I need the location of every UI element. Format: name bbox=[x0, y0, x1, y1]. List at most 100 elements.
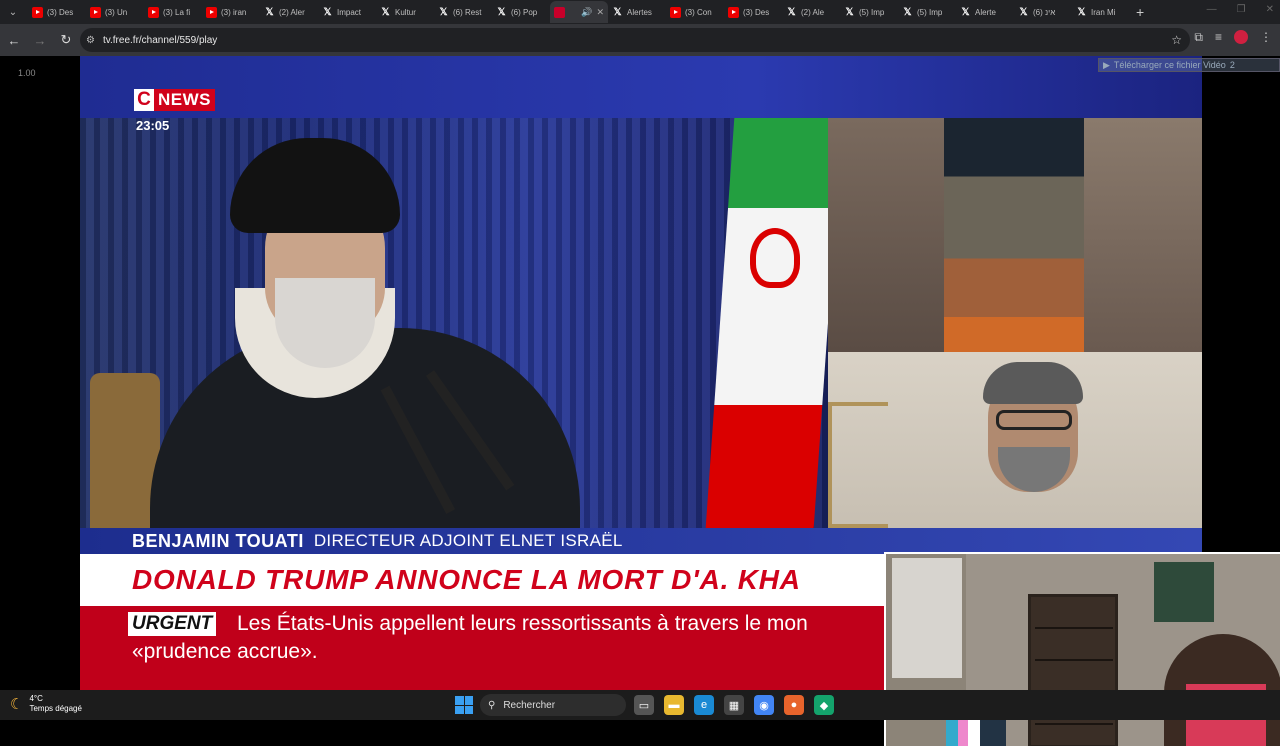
tab-title: Kultur bbox=[395, 7, 416, 17]
ticker-line-1: Les États-Unis appellent leurs ressortis… bbox=[237, 612, 808, 635]
wall-poster bbox=[1154, 562, 1214, 622]
reload-button[interactable]: ↻ bbox=[54, 28, 78, 52]
new-tab-button[interactable]: + bbox=[1136, 4, 1144, 20]
bookmark-star-icon[interactable]: ☆ bbox=[1171, 33, 1182, 47]
firefox-icon[interactable]: ● bbox=[784, 695, 804, 715]
browser-tab[interactable]: 🔊 ✕ bbox=[550, 1, 608, 23]
tab-title: Alertes bbox=[627, 7, 652, 17]
start-button[interactable] bbox=[455, 696, 473, 714]
guest-hair bbox=[983, 362, 1083, 404]
browser-tab[interactable]: 𝕏 Kultur bbox=[376, 1, 434, 23]
browser-tab[interactable]: 𝕏 Iran Mi bbox=[1072, 1, 1130, 23]
audio-icon[interactable]: 🔊 bbox=[581, 7, 592, 18]
browser-tab[interactable]: 𝕏 Alerte bbox=[956, 1, 1014, 23]
browser-toolbar: ← → ↻ ⚙ tv.free.fr/channel/559/play ☆ ⧉ … bbox=[0, 24, 1280, 56]
x-icon: 𝕏 bbox=[613, 6, 622, 18]
x-icon: 𝕏 bbox=[787, 6, 796, 18]
weather-text: 4°C Temps dégagé bbox=[29, 694, 81, 714]
tab-title: (6) Pop bbox=[511, 7, 538, 17]
x-icon: 𝕏 bbox=[1019, 6, 1028, 18]
tab-title: Impact bbox=[337, 7, 362, 17]
search-label: Rechercher bbox=[503, 699, 556, 711]
minimize-icon[interactable]: — bbox=[1207, 4, 1217, 15]
guest-panel bbox=[828, 352, 1202, 528]
weather-widget[interactable]: ☾ 4°C Temps dégagé bbox=[10, 694, 82, 714]
browser-tab[interactable]: (3) Des bbox=[724, 1, 782, 23]
profile-avatar[interactable] bbox=[1234, 30, 1248, 44]
youtube-icon bbox=[206, 6, 217, 18]
tab-strip: ⌄ (3) Des (3) Un (3) La fi (3) iran 𝕏 (2) Ale… bbox=[0, 0, 1280, 24]
browser-tab[interactable]: 𝕏 Impact bbox=[318, 1, 376, 23]
store-icon[interactable]: ▦ bbox=[724, 695, 744, 715]
browser-tab[interactable]: 𝕏 (2) Ale bbox=[782, 1, 840, 23]
back-button[interactable]: ← bbox=[2, 28, 26, 52]
tab-list: (3) Des (3) Un (3) La fi (3) iran 𝕏 (2) Aler 𝕏… bbox=[28, 1, 1130, 23]
youtube-icon bbox=[148, 6, 159, 18]
browser-tab[interactable]: (3) Con bbox=[666, 1, 724, 23]
task-view-icon[interactable]: ▭ bbox=[634, 695, 654, 715]
footage-blur-right bbox=[1084, 118, 1202, 352]
moon-icon: ☾ bbox=[10, 696, 24, 713]
x-icon: 𝕏 bbox=[903, 6, 912, 18]
logo-c: C bbox=[134, 89, 154, 111]
download-extra: 2 bbox=[1229, 60, 1235, 70]
x-icon: 𝕏 bbox=[1077, 6, 1086, 18]
broadcast-time: 23:05 bbox=[136, 118, 170, 133]
youtube-icon bbox=[728, 6, 739, 18]
main-feed bbox=[80, 118, 843, 528]
footage-panel bbox=[828, 118, 1202, 352]
browser-tab[interactable]: 𝕏 Alertes bbox=[608, 1, 666, 23]
tab-title: Alerte bbox=[975, 7, 996, 17]
tab-search-icon[interactable]: ⌄ bbox=[4, 3, 22, 21]
x-icon: 𝕏 bbox=[439, 6, 448, 18]
browser-tab[interactable]: 𝕏 (5) Imp bbox=[840, 1, 898, 23]
tab-title: (3) Con bbox=[685, 7, 712, 17]
destroyed-building bbox=[944, 118, 1084, 352]
browser-tab[interactable]: 𝕏 אינ (6) bbox=[1014, 1, 1072, 23]
bookshelf bbox=[1028, 594, 1118, 746]
x-icon: 𝕏 bbox=[497, 6, 506, 18]
app-icon[interactable]: ◆ bbox=[814, 695, 834, 715]
menu-icon[interactable]: ⋮ bbox=[1260, 30, 1272, 45]
x-icon: 𝕏 bbox=[381, 6, 390, 18]
tab-title: (3) Des bbox=[743, 7, 770, 17]
tab-title: (6) Rest bbox=[453, 7, 482, 17]
tab-title: (3) La fi bbox=[163, 7, 191, 17]
browser-tab[interactable]: (3) Des bbox=[28, 1, 86, 23]
footage-blur-left bbox=[828, 118, 944, 352]
url-text: tv.free.fr/channel/559/play bbox=[102, 34, 218, 46]
file-explorer-icon[interactable]: ▬ bbox=[664, 695, 684, 715]
logo-news: NEWS bbox=[154, 89, 215, 111]
guest-glasses bbox=[996, 410, 1072, 430]
x-icon: 𝕏 bbox=[323, 6, 332, 18]
close-window-icon[interactable]: ✕ bbox=[1266, 4, 1274, 15]
tab-title: (3) Des bbox=[47, 7, 74, 17]
tab-title: (5) Imp bbox=[917, 7, 943, 17]
browser-tab[interactable]: 𝕏 (6) Pop bbox=[492, 1, 550, 23]
video-top-band bbox=[80, 56, 1202, 118]
page-content: 1.00 C NEWS 23:05 BENJAMIN TOUATI DIRECT… bbox=[0, 56, 1280, 746]
browser-tab[interactable]: (3) La fi bbox=[144, 1, 202, 23]
browser-tab[interactable]: 𝕏 (6) Rest bbox=[434, 1, 492, 23]
toolbar-icons: ⧉ ≡ ⋮ bbox=[1194, 30, 1272, 45]
taskbar-apps: ▭ ▬ e ▦ ◉ ● ◆ bbox=[634, 695, 834, 715]
browser-tab[interactable]: (3) Un bbox=[86, 1, 144, 23]
media-controls-icon[interactable]: ≡ bbox=[1215, 30, 1222, 45]
browser-tab[interactable]: (3) iran bbox=[202, 1, 260, 23]
taskbar-search[interactable]: ⚲ Rechercher bbox=[480, 694, 626, 716]
browser-tab[interactable]: 𝕏 (5) Imp bbox=[898, 1, 956, 23]
close-tab-icon[interactable]: ✕ bbox=[596, 7, 604, 18]
site-info-icon[interactable]: ⚙ bbox=[86, 35, 95, 46]
address-bar[interactable]: ⚙ tv.free.fr/channel/559/play ☆ bbox=[80, 28, 1190, 52]
extensions-icon[interactable]: ⧉ bbox=[1194, 30, 1203, 45]
edge-icon[interactable]: e bbox=[694, 695, 714, 715]
playback-speed: 1.00 bbox=[18, 68, 36, 78]
guest-role: DIRECTEUR ADJOINT ELNET ISRAËL bbox=[313, 531, 623, 550]
forward-button[interactable]: → bbox=[28, 28, 52, 52]
chrome-icon[interactable]: ◉ bbox=[754, 695, 774, 715]
browser-tab[interactable]: 𝕏 (2) Aler bbox=[260, 1, 318, 23]
maximize-icon[interactable]: ❐ bbox=[1237, 4, 1246, 15]
tab-title: (5) Imp bbox=[859, 7, 885, 17]
download-video-prompt[interactable]: ▶ Télécharger ce fichier Vidéo 2 bbox=[1098, 58, 1280, 72]
weather-temp: 4°C bbox=[29, 694, 43, 703]
